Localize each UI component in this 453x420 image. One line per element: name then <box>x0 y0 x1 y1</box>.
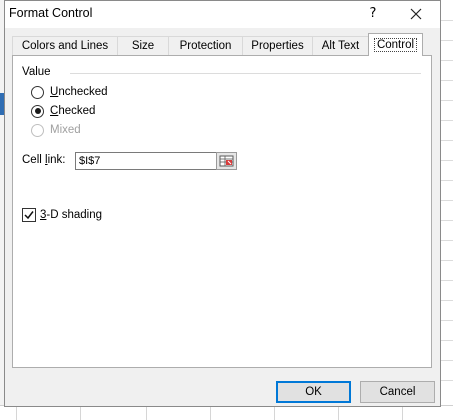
cancel-button[interactable]: Cancel <box>360 381 435 403</box>
tab-control[interactable]: Control <box>368 33 423 56</box>
range-select-button[interactable] <box>216 152 237 170</box>
radio-mixed-label: Mixed <box>50 124 81 136</box>
radio-button-unchecked[interactable] <box>31 85 44 99</box>
radio-checked[interactable]: Checked <box>31 103 95 119</box>
shading-checkbox-row[interactable]: 3-D shading <box>22 208 102 222</box>
shading-checkbox[interactable] <box>22 208 36 222</box>
radio-mixed: Mixed <box>31 122 81 138</box>
spreadsheet-grid-right <box>441 0 453 405</box>
title-bar: Format Control ? <box>5 1 440 28</box>
help-button[interactable]: ? <box>360 3 386 25</box>
tab-alt-text[interactable]: Alt Text <box>312 36 369 55</box>
dialog-title: Format Control <box>9 6 93 20</box>
radio-unchecked[interactable]: Unchecked <box>31 84 108 100</box>
radio-checked-label: Checked <box>50 105 96 117</box>
value-group-label: Value <box>22 66 54 78</box>
format-control-dialog: Format Control ? Colors and Lines Size P… <box>4 0 441 407</box>
close-button[interactable] <box>402 3 430 25</box>
radio-unchecked-label: Unchecked <box>50 86 108 98</box>
tab-protection[interactable]: Protection <box>168 36 243 55</box>
spreadsheet-grid-bottom <box>0 405 453 420</box>
cell-link-label: Cell link: <box>22 154 66 166</box>
cell-link-input[interactable] <box>75 152 217 170</box>
ok-button[interactable]: OK <box>276 381 351 403</box>
value-group-divider <box>70 73 421 74</box>
checkmark-icon <box>24 211 34 220</box>
tab-properties[interactable]: Properties <box>242 36 313 55</box>
shading-label: 3-D shading <box>40 209 103 221</box>
range-select-icon <box>219 155 234 167</box>
control-tab-panel: Value Unchecked Checked Mixed Cell link: <box>12 55 432 368</box>
close-icon <box>410 8 422 20</box>
radio-button-checked[interactable] <box>31 104 44 118</box>
radio-button-mixed <box>31 123 44 137</box>
tab-size[interactable]: Size <box>117 36 169 55</box>
tab-colors-and-lines[interactable]: Colors and Lines <box>12 36 118 55</box>
